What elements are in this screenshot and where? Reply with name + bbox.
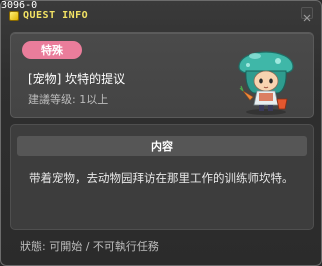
npc-portrait: [238, 51, 294, 115]
quest-description: 带着宠物，去动物园拜访在那里工作的训练师坎特。: [29, 171, 294, 185]
quest-summary-panel: 特殊 [宠物] 坎特的提议 建議等级: 1以上: [10, 32, 314, 118]
close-button[interactable]: [301, 7, 313, 22]
close-icon: [303, 14, 311, 22]
quest-status: 狀態: 可開始 / 不可執行任務: [20, 240, 159, 253]
recommended-level: 建議等级: 1以上: [28, 93, 109, 106]
quest-content-panel: 内容 带着宠物，去动物园拜访在那里工作的训练师坎特。: [10, 124, 314, 230]
category-badge: 特殊: [22, 41, 82, 59]
content-header: 内容: [17, 136, 307, 156]
title-bar[interactable]: QUEST INFO: [9, 10, 88, 21]
quest-name: [宠物] 坎特的提议: [28, 72, 126, 86]
quest-info-window: 3096-0 QUEST INFO 特殊 [宠物] 坎特的提议 建議等级: 1以…: [0, 0, 322, 266]
quest-info-icon: [9, 10, 19, 21]
window-title: QUEST INFO: [23, 10, 89, 21]
